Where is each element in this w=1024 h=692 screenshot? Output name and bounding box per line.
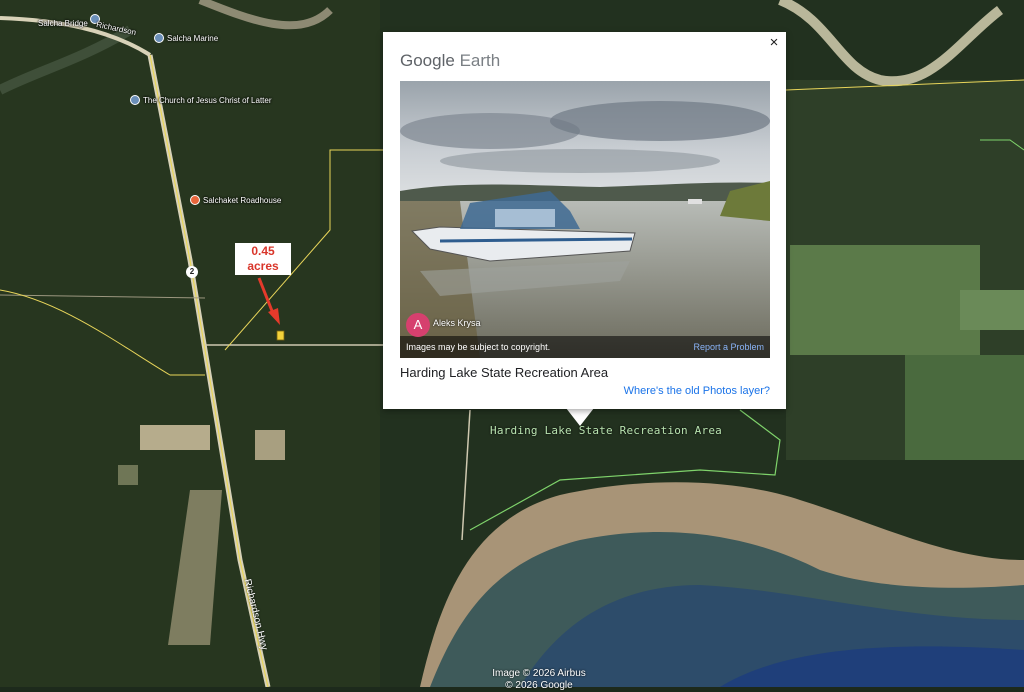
place-name: Salcha Marine [167, 33, 219, 43]
place-label-salcha-marine[interactable]: Salcha Marine [154, 33, 218, 43]
route-shield-icon: 2 [186, 266, 198, 278]
location-photo[interactable]: A Aleks Krysa Images may be subject to c… [400, 81, 770, 358]
google-earth-logo: Google Earth [400, 51, 500, 71]
place-label-roadhouse[interactable]: Salchaket Roadhouse [190, 195, 281, 205]
acre-value: 0.45 [251, 244, 275, 258]
map-attribution: Image © 2026 Airbus © 2026 Google [480, 668, 598, 692]
popup-title: Harding Lake State Recreation Area [400, 365, 609, 380]
old-photos-layer-link[interactable]: Where's the old Photos layer? [624, 385, 770, 397]
author-name[interactable]: Aleks Krysa [433, 318, 481, 328]
info-popup: × Google Earth A Aleks Krysa Images may … [383, 32, 786, 409]
popup-tail [566, 408, 594, 426]
attribution-image: Image © 2026 Airbus [492, 668, 586, 679]
place-label-salcha-bridge[interactable]: Salcha Bridge [38, 19, 88, 28]
copyright-notice: Images may be subject to copyright. [406, 342, 551, 352]
brand-google: Google [400, 51, 455, 70]
attribution-google: © 2026 Google [505, 680, 573, 691]
author-avatar[interactable]: A [406, 313, 430, 337]
place-name: Salcha Bridge [38, 19, 88, 28]
place-name: The Church of Jesus Christ of Latter [143, 95, 272, 105]
restaurant-pin-icon [190, 195, 200, 205]
church-pin-icon [130, 95, 140, 105]
report-problem-link[interactable]: Report a Problem [693, 342, 764, 352]
place-label-church[interactable]: The Church of Jesus Christ of Latter [130, 95, 272, 105]
acre-annotation: 0.45 acres [235, 243, 291, 275]
acre-unit: acres [247, 259, 279, 273]
brand-earth: Earth [459, 51, 501, 70]
close-icon[interactable]: × [766, 35, 782, 51]
pin-icon [154, 33, 164, 43]
place-name: Salchaket Roadhouse [203, 195, 282, 205]
area-label[interactable]: Harding Lake State Recreation Area [490, 424, 722, 437]
